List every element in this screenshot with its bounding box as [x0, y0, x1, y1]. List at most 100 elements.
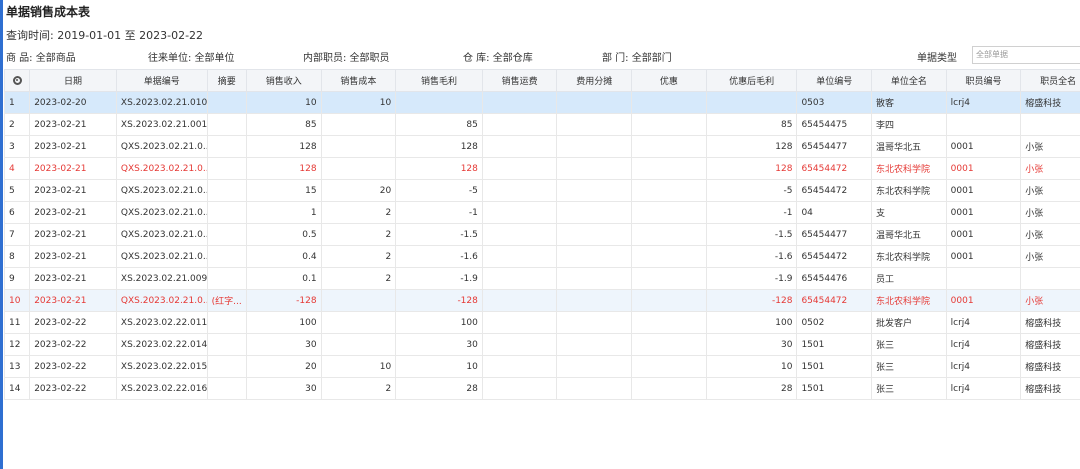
- cell-doc-no[interactable]: XS.2023.02.22.011: [115, 311, 208, 334]
- cell-cost: 10: [320, 355, 397, 378]
- table-row[interactable]: 10 2023-02-21 QXS.2023.02.21.0... (红字... -12…: [3, 289, 1080, 312]
- cell-date: 2023-02-21: [29, 113, 117, 136]
- cell-emp-no: lcrj4: [945, 355, 1022, 378]
- table-row[interactable]: 5 2023-02-21 QXS.2023.02.21.0... 15 20 -5 -5 65…: [3, 179, 1080, 202]
- cell-freight: [481, 245, 558, 268]
- cell-doc-no[interactable]: QXS.2023.02.21.0...: [115, 223, 208, 246]
- column-settings[interactable]: [3, 69, 31, 92]
- cell-unit-no: 0503: [796, 91, 873, 114]
- cell-emp-no: 0001: [945, 245, 1022, 268]
- row-index: 4: [3, 157, 31, 180]
- cell-discount: [631, 157, 707, 180]
- cell-unit-no: 65454477: [796, 135, 873, 158]
- filter-department[interactable]: 部 门: 全部部门: [602, 49, 672, 64]
- cell-discount: [631, 267, 707, 290]
- cell-unit-no: 04: [796, 201, 873, 224]
- filter-product[interactable]: 商 品: 全部商品: [6, 49, 76, 64]
- table-row[interactable]: 6 2023-02-21 QXS.2023.02.21.0... 1 2 -1 -1 04 支 0…: [3, 201, 1080, 224]
- cell-summary: [206, 355, 247, 378]
- cell-date: 2023-02-21: [29, 179, 117, 202]
- cell-date: 2023-02-21: [29, 135, 117, 158]
- cell-emp-name: 榕盛科技: [1020, 355, 1080, 378]
- cell-doc-no[interactable]: QXS.2023.02.21.0...: [115, 245, 208, 268]
- cell-unit-no: 65454472: [796, 179, 873, 202]
- filter-partner[interactable]: 往来单位: 全部单位: [148, 49, 235, 64]
- cell-unit-no: 65454472: [796, 289, 873, 312]
- cell-doc-no[interactable]: QXS.2023.02.21.0...: [115, 289, 208, 312]
- filter-employee[interactable]: 内部职员: 全部职员: [303, 49, 390, 64]
- cell-unit-name: 张三: [871, 355, 947, 378]
- cell-date: 2023-02-21: [29, 201, 117, 224]
- col-header[interactable]: 销售成本: [320, 69, 397, 92]
- table-row[interactable]: 2 2023-02-21 XS.2023.02.21.001 85 85 85 654544…: [3, 113, 1080, 136]
- col-header[interactable]: 销售运费: [481, 69, 558, 92]
- cell-doc-no[interactable]: XS.2023.02.22.016: [115, 377, 208, 400]
- cell-net: 10: [705, 355, 798, 378]
- cell-freight: [481, 355, 558, 378]
- cell-summary: (红字...: [206, 289, 247, 312]
- col-header[interactable]: 职员编号: [945, 69, 1022, 92]
- cell-gross: -1.5: [395, 223, 483, 246]
- cell-gross: -1.9: [395, 267, 483, 290]
- col-header[interactable]: 摘要: [206, 69, 247, 92]
- cell-unit-name: 东北农科学院: [871, 289, 947, 312]
- col-header[interactable]: 单位编号: [796, 69, 873, 92]
- cell-net: -1.9: [705, 267, 798, 290]
- table-row[interactable]: 12 2023-02-22 XS.2023.02.22.014 30 30 30 1501 张…: [3, 333, 1080, 356]
- table-row[interactable]: 1 2023-02-20 XS.2023.02.21.010 10 10 0503 散客 lc…: [3, 91, 1080, 114]
- table-row[interactable]: 13 2023-02-22 XS.2023.02.22.015 20 10 10 10 150…: [3, 355, 1080, 378]
- col-header[interactable]: 费用分摊: [556, 69, 633, 92]
- cell-doc-no[interactable]: XS.2023.02.22.014: [115, 333, 208, 356]
- cell-date: 2023-02-21: [29, 289, 117, 312]
- col-header[interactable]: 销售毛利: [395, 69, 483, 92]
- col-header[interactable]: 日期: [29, 69, 117, 92]
- cell-alloc: [556, 377, 633, 400]
- col-header[interactable]: 职员全名: [1020, 69, 1080, 92]
- cell-net: 100: [705, 311, 798, 334]
- cell-alloc: [556, 201, 633, 224]
- cell-emp-name: 小张: [1020, 245, 1080, 268]
- col-header[interactable]: 销售收入: [245, 69, 322, 92]
- cell-emp-no: lcrj4: [945, 333, 1022, 356]
- cell-emp-name: 小张: [1020, 179, 1080, 202]
- cell-date: 2023-02-21: [29, 245, 117, 268]
- cell-summary: [206, 157, 247, 180]
- page-title: 单据销售成本表: [6, 5, 91, 19]
- cell-doc-no[interactable]: XS.2023.02.21.009: [115, 267, 208, 290]
- cell-doc-no[interactable]: XS.2023.02.22.015: [115, 355, 208, 378]
- cell-doc-no[interactable]: XS.2023.02.21.010: [115, 91, 208, 114]
- cell-gross: 100: [395, 311, 483, 334]
- filter-warehouse[interactable]: 仓 库: 全部仓库: [463, 49, 533, 64]
- cell-unit-name: 支: [871, 201, 947, 224]
- gear-icon[interactable]: [12, 75, 22, 85]
- table-row[interactable]: 11 2023-02-22 XS.2023.02.22.011 100 100 100 05…: [3, 311, 1080, 334]
- row-index: 3: [3, 135, 31, 158]
- table-row[interactable]: 9 2023-02-21 XS.2023.02.21.009 0.1 2 -1.9 -1.9…: [3, 267, 1080, 290]
- col-header[interactable]: 优惠后毛利: [705, 69, 798, 92]
- table-row[interactable]: 7 2023-02-21 QXS.2023.02.21.0... 0.5 2 -1.5 -1…: [3, 223, 1080, 246]
- col-header[interactable]: 优惠: [631, 69, 707, 92]
- table-row[interactable]: 3 2023-02-21 QXS.2023.02.21.0... 128 128 128 6…: [3, 135, 1080, 158]
- table-row[interactable]: 8 2023-02-21 QXS.2023.02.21.0... 0.4 2 -1.6 -1…: [3, 245, 1080, 268]
- cell-freight: [481, 289, 558, 312]
- cell-doc-no[interactable]: QXS.2023.02.21.0...: [115, 157, 208, 180]
- cell-summary: [206, 377, 247, 400]
- cell-doc-no[interactable]: QXS.2023.02.21.0...: [115, 201, 208, 224]
- table-row[interactable]: 14 2023-02-22 XS.2023.02.22.016 30 2 28 28 1501…: [3, 377, 1080, 400]
- cell-summary: [206, 223, 247, 246]
- table-row[interactable]: 4 2023-02-21 QXS.2023.02.21.0... 128 128 128 6…: [3, 157, 1080, 180]
- cell-cost: 2: [320, 201, 397, 224]
- row-index: 10: [3, 289, 31, 312]
- cell-doc-no[interactable]: QXS.2023.02.21.0...: [115, 135, 208, 158]
- col-header[interactable]: 单位全名: [871, 69, 947, 92]
- cell-net: 85: [705, 113, 798, 136]
- cell-summary: [206, 91, 247, 114]
- col-header[interactable]: 单据编号: [115, 69, 208, 92]
- cell-freight: [481, 113, 558, 136]
- doc-type-select[interactable]: 全部单据: [972, 46, 1080, 64]
- cell-emp-no: 0001: [945, 201, 1022, 224]
- cell-doc-no[interactable]: QXS.2023.02.21.0...: [115, 179, 208, 202]
- query-time: 查询时间: 2019-01-01 至 2023-02-22: [6, 29, 204, 42]
- cell-doc-no[interactable]: XS.2023.02.21.001: [115, 113, 208, 136]
- cell-gross: -1.6: [395, 245, 483, 268]
